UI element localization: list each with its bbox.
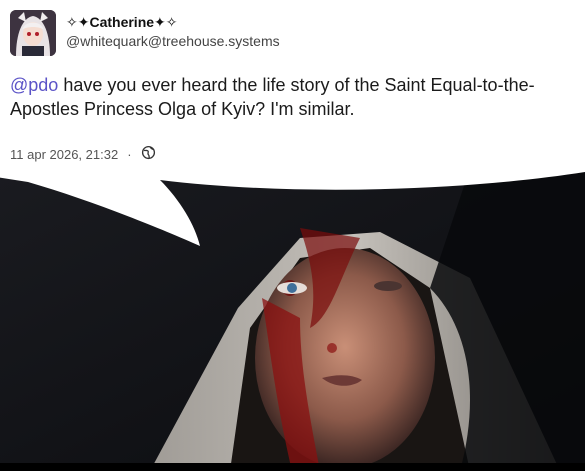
avatar[interactable]: [10, 10, 56, 56]
author-names: ✧✦Catherine✦✧ @whitequark@treehouse.syst…: [66, 13, 280, 51]
meta-separator: ·: [127, 146, 132, 162]
post-image-graphic: [0, 168, 585, 471]
post-body: have you ever heard the life story of th…: [10, 75, 535, 119]
author-handle[interactable]: @whitequark@treehouse.systems: [66, 32, 280, 51]
mention-link[interactable]: @pdo: [10, 75, 58, 95]
avatar-illustration: [10, 10, 56, 56]
display-name[interactable]: ✧✦Catherine✦✧: [66, 13, 280, 32]
post-text: @pdo have you ever heard the life story …: [10, 73, 570, 121]
right-eye: [374, 281, 402, 291]
post-timestamp[interactable]: 11 apr 2026, 21:32: [10, 147, 118, 162]
post-header: ✧✦Catherine✦✧ @whitequark@treehouse.syst…: [10, 10, 280, 56]
globe-icon: [141, 145, 156, 163]
post-meta: 11 apr 2026, 21:32 ·: [10, 145, 156, 163]
post-image[interactable]: [0, 168, 585, 471]
